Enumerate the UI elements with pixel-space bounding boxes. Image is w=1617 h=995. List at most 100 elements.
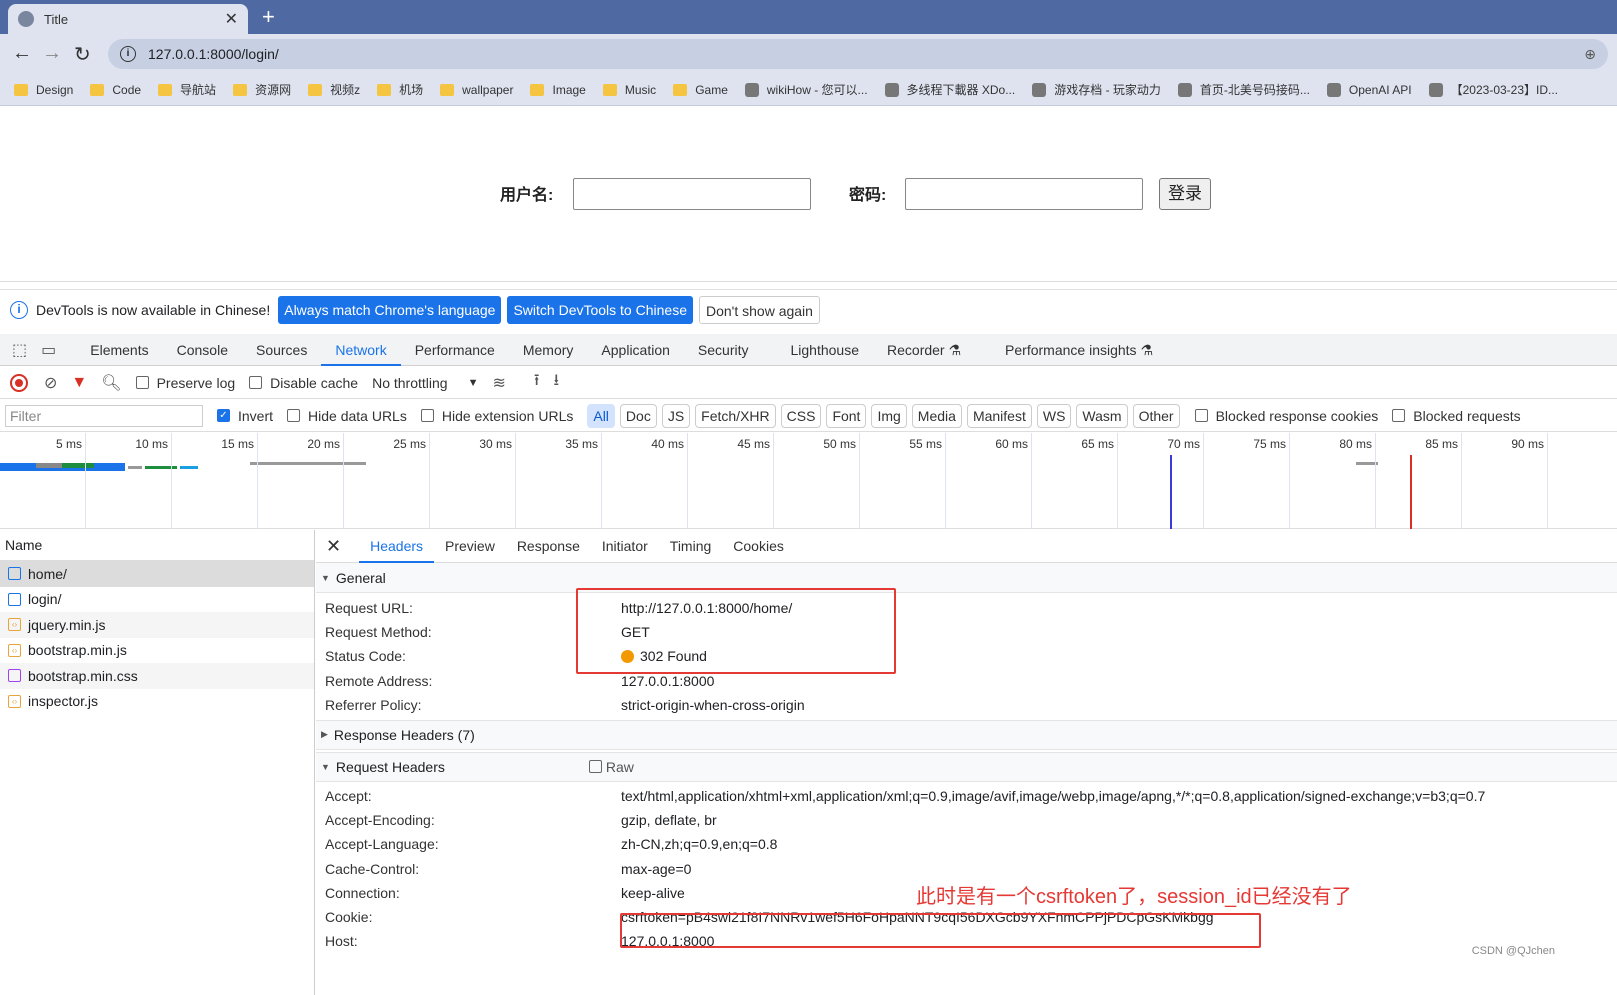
filter-input[interactable]: Filter [5,404,203,427]
new-tab-icon[interactable]: + [262,4,275,30]
bookmark-item[interactable]: 游戏存档 - 玩家动力 [1032,81,1161,98]
tab-security[interactable]: Security [684,334,763,366]
inspect-element-icon[interactable]: ⬚ [12,340,27,360]
request-row[interactable]: home/ [0,561,314,587]
device-toolbar-icon[interactable]: ▭ [41,340,56,360]
bookmark-item[interactable]: 首页-北美号码接码... [1177,81,1310,98]
detail-tab-initiator[interactable]: Initiator [591,530,659,563]
response-headers-section-header[interactable]: ▶ Response Headers (7) [316,719,1617,750]
request-header-row: Accept-Language: zh-CN,zh;q=0.9,en;q=0.8 [316,832,1617,856]
username-input[interactable] [573,178,811,210]
bookmark-item[interactable]: 视频z [308,81,360,98]
record-icon[interactable] [10,373,28,392]
url-text[interactable]: 127.0.0.1:8000/login/ [148,46,1584,62]
tab-lighthouse[interactable]: Lighthouse [777,334,874,366]
filter-chip-doc[interactable]: Doc [619,403,657,428]
login-button[interactable]: 登录 [1159,178,1211,210]
close-icon[interactable]: ✕ [326,536,341,557]
general-section-header[interactable]: ▼ General [316,563,1617,593]
invert-checkbox[interactable]: ✓ Invert [217,408,273,424]
address-bar[interactable]: i 127.0.0.1:8000/login/ ⊕ [108,39,1608,69]
bookmark-item[interactable]: Design [14,83,73,97]
tab-network[interactable]: Network [321,334,401,366]
bookmark-item[interactable]: OpenAI API [1326,82,1412,97]
filter-chip-js[interactable]: JS [661,403,691,428]
bookmark-item[interactable]: wikiHow - 您可以... [744,81,868,98]
tab-recorder[interactable]: Recorder ⚗ [873,334,975,366]
detail-tab-headers[interactable]: Headers [359,530,435,563]
name-column-header[interactable]: Name [0,530,314,561]
upload-icon[interactable]: ⭱ [534,369,540,396]
search-icon[interactable]: 🔍︎ [101,373,121,393]
bookmark-item[interactable]: 多线程下載器 XDo... [884,81,1015,98]
tab-elements[interactable]: Elements [76,334,162,366]
request-row[interactable]: login/ [0,587,314,613]
triangle-down-icon: ▼ [321,761,330,772]
tab-sources[interactable]: Sources [242,334,321,366]
close-icon[interactable]: ✕ [225,9,238,29]
preserve-log-checkbox[interactable]: Preserve log [135,375,235,391]
hide-data-urls-checkbox[interactable]: Hide data URLs [287,408,407,424]
filter-icon[interactable]: ▼ [71,374,87,392]
browser-tab[interactable]: Title ✕ [8,4,248,34]
raw-checkbox[interactable]: Raw [588,759,634,775]
dont-show-again-button[interactable]: Don't show again [698,295,820,324]
tab-console[interactable]: Console [163,334,242,366]
network-conditions-icon[interactable]: ≋ [492,373,505,393]
hide-extension-urls-checkbox[interactable]: Hide extension URLs [420,408,573,424]
filter-chip-ws[interactable]: WS [1036,403,1072,428]
timeline-gridline [85,433,86,529]
disable-cache-checkbox[interactable]: Disable cache [249,375,358,391]
bookmark-item[interactable]: Code [90,83,141,97]
bookmark-item[interactable]: Image [530,83,586,97]
checkbox-box [249,376,263,389]
match-language-button[interactable]: Always match Chrome's language [278,295,502,324]
switch-chinese-button[interactable]: Switch DevTools to Chinese [507,295,693,324]
bookmark-item[interactable]: 【2023-03-23】ID... [1428,81,1558,98]
bookmark-item[interactable]: 机场 [377,81,423,98]
filter-chip-css[interactable]: CSS [780,403,822,428]
back-icon[interactable]: ← [12,42,32,65]
bookmark-item[interactable]: wallpaper [440,83,513,97]
filter-chip-all[interactable]: All [587,403,615,428]
reload-icon[interactable]: ↻ [74,42,91,67]
site-icon [1326,82,1341,97]
detail-tab-cookies[interactable]: Cookies [722,530,795,563]
filter-chip-img[interactable]: Img [871,403,907,428]
password-input[interactable] [905,178,1143,210]
filter-chip-media[interactable]: Media [911,403,962,428]
bookmark-item[interactable]: 资源网 [233,81,291,98]
timeline-overview[interactable]: 5 ms 10 ms 15 ms 20 ms 25 ms 30 ms 35 ms 40 ms 4… [0,433,1617,529]
tab-memory[interactable]: Memory [509,334,588,366]
filter-chip-other[interactable]: Other [1132,403,1180,428]
general-rows: Request URL: http://127.0.0.1:8000/home/R… [316,593,1617,720]
info-icon[interactable]: i [120,46,136,62]
tab-performance-insights[interactable]: Performance insights ⚗ [991,334,1167,366]
request-row[interactable]: ‹› inspector.js [0,689,314,715]
bookmark-item[interactable]: Game [673,83,728,97]
bookmark-item[interactable]: 导航站 [158,81,216,98]
checkbox-box [135,376,149,389]
filter-chip-fetch-xhr[interactable]: Fetch/XHR [695,403,776,428]
request-row[interactable]: ‹› jquery.min.js [0,612,314,638]
detail-tab-preview[interactable]: Preview [434,530,506,563]
request-headers-section-header[interactable]: ▼ Request Headers Raw [316,751,1617,782]
forward-icon[interactable]: → [42,42,62,65]
filter-chip-font[interactable]: Font [826,403,867,428]
request-row[interactable]: ‹› bootstrap.min.js [0,638,314,664]
filter-chip-wasm[interactable]: Wasm [1076,403,1128,428]
zoom-icon[interactable]: ⊕ [1584,46,1596,63]
request-row[interactable]: bootstrap.min.css [0,663,314,689]
blocked-requests-checkbox[interactable]: Blocked requests [1392,408,1521,424]
tab-performance[interactable]: Performance [401,334,509,366]
timeline-tick-label: 5 ms [55,437,82,451]
bookmark-item[interactable]: Music [602,83,656,97]
blocked-cookies-checkbox[interactable]: Blocked response cookies [1194,408,1378,424]
tab-application[interactable]: Application [587,334,684,366]
download-icon[interactable]: ⭳ [553,369,559,396]
clear-icon[interactable]: ⊘ [44,373,57,393]
filter-chip-manifest[interactable]: Manifest [966,403,1032,428]
throttling-select[interactable]: No throttling ▼ [372,375,478,391]
detail-tab-response[interactable]: Response [506,530,591,563]
detail-tab-timing[interactable]: Timing [659,530,723,563]
